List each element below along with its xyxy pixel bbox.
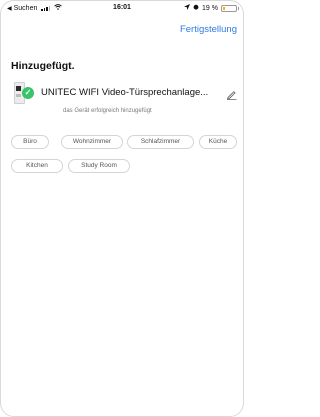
room-chip-study-room[interactable]: Study Room: [68, 159, 130, 173]
status-bar: ◀ Suchen 16:01 19 %: [1, 1, 243, 15]
battery-icon: [221, 4, 239, 12]
room-chip-schlafzimmer[interactable]: Schlafzimmer: [127, 135, 194, 149]
done-button[interactable]: Fertigstellung: [180, 24, 237, 35]
battery-percent: 19 %: [202, 4, 218, 12]
room-chip-kueche[interactable]: Küche: [199, 135, 237, 149]
check-icon: ✓: [22, 87, 34, 99]
device-status-text: das Gerät erfolgreich hinzugefügt: [63, 108, 152, 114]
room-chip-wohnzimmer[interactable]: Wohnzimmer: [61, 135, 123, 149]
room-chip-kitchen[interactable]: Kitchen: [11, 159, 63, 173]
alarm-icon: [193, 4, 199, 12]
room-chip-buero[interactable]: Büro: [11, 135, 49, 149]
location-arrow-icon: [184, 4, 191, 12]
page-title: Hinzugefügt.: [11, 60, 75, 72]
status-right: 19 %: [184, 4, 239, 12]
pencil-icon[interactable]: [226, 87, 237, 100]
battery-fill: [223, 6, 225, 10]
phone-frame: ◀ Suchen 16:01 19 % Fertigstellung Hinzu…: [0, 0, 244, 417]
device-name: UNITEC WIFI Video-Türsprechanlage...: [41, 87, 209, 98]
